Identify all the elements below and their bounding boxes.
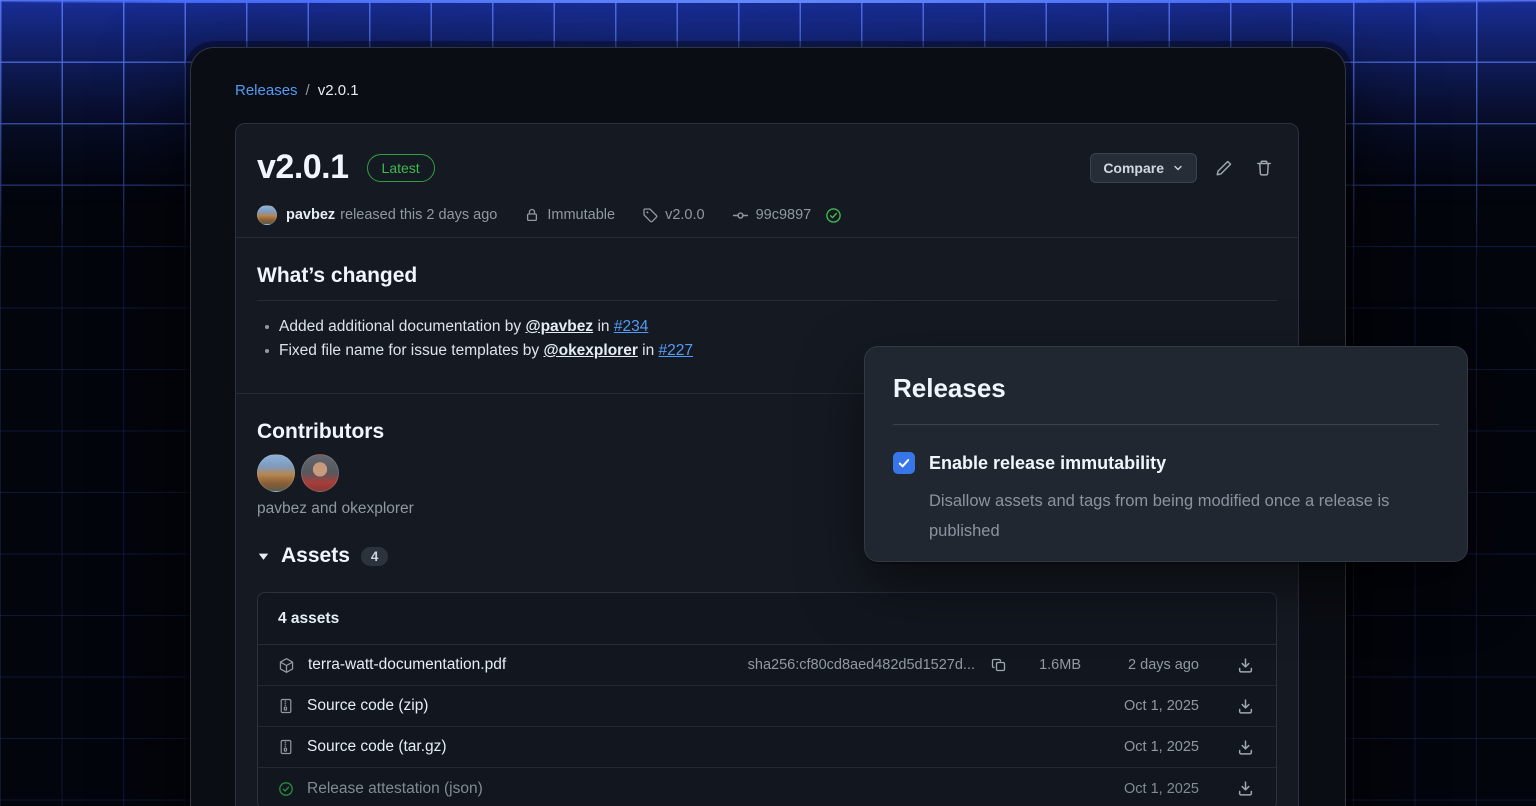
top-glow-line <box>0 0 1536 3</box>
avatar[interactable] <box>257 454 295 492</box>
tag-icon <box>642 207 658 223</box>
assets-table-header: 4 assets <box>258 593 1276 645</box>
user-link[interactable]: @pavbez <box>525 318 593 335</box>
asset-name-link[interactable]: Source code (zip) <box>307 697 428 715</box>
author-name[interactable]: pavbez <box>286 207 335 223</box>
asset-row: Release attestation (json) Oct 1, 2025 <box>258 768 1276 806</box>
changelog-text: in <box>638 342 659 359</box>
latest-badge: Latest <box>367 154 435 182</box>
file-zip-icon <box>278 698 294 714</box>
asset-name-link[interactable]: Source code (tar.gz) <box>307 738 447 756</box>
download-icon <box>1237 698 1254 715</box>
changelog-text: Fixed file name for issue templates by <box>279 342 543 359</box>
package-icon <box>278 657 295 674</box>
download-button[interactable] <box>1235 737 1256 758</box>
breadcrumb-releases-link[interactable]: Releases <box>235 82 298 99</box>
asset-date: Oct 1, 2025 <box>1081 698 1199 714</box>
breadcrumb: Releases / v2.0.1 <box>235 82 359 99</box>
changelog-text: Added additional documentation by <box>279 318 525 335</box>
changelog-item: Added additional documentation by @pavbe… <box>257 315 1277 339</box>
release-title: v2.0.1 <box>257 148 349 187</box>
pencil-icon <box>1215 159 1233 177</box>
panel-heading: Releases <box>893 373 1439 404</box>
download-icon <box>1237 780 1254 797</box>
edit-release-button[interactable] <box>1211 155 1237 181</box>
triangle-down-icon <box>257 550 270 563</box>
delete-release-button[interactable] <box>1251 155 1277 181</box>
download-icon <box>1237 657 1254 674</box>
assets-count-badge: 4 <box>361 547 389 566</box>
releases-settings-panel: Releases Enable release immutability Dis… <box>864 346 1468 562</box>
verified-icon <box>278 781 294 797</box>
tag-indicator[interactable]: v2.0.0 <box>642 207 705 223</box>
asset-row: Source code (tar.gz) Oct 1, 2025 <box>258 727 1276 768</box>
pr-link[interactable]: #227 <box>659 342 693 359</box>
copy-icon <box>991 657 1007 673</box>
release-header: v2.0.1 Latest Compare <box>257 148 1277 187</box>
pr-link[interactable]: #234 <box>614 318 648 335</box>
compare-button-label: Compare <box>1103 160 1164 176</box>
chevron-down-icon <box>1172 162 1184 174</box>
asset-name-link[interactable]: Release attestation (json) <box>307 780 483 798</box>
lock-icon <box>524 207 540 223</box>
whats-changed-heading: What’s changed <box>257 264 1277 301</box>
asset-sha: sha256:cf80cd8aed482d5d1527d... <box>748 657 975 673</box>
assets-heading: Assets <box>281 544 350 568</box>
header-divider <box>236 237 1298 238</box>
released-text: released this 2 days ago <box>340 207 497 223</box>
file-zip-icon <box>278 739 294 755</box>
immutability-checkbox-label[interactable]: Enable release immutability <box>929 453 1166 474</box>
download-button[interactable] <box>1235 778 1256 799</box>
immutability-checkbox[interactable] <box>893 452 915 474</box>
verified-icon[interactable] <box>825 207 842 224</box>
download-button[interactable] <box>1235 655 1256 676</box>
asset-date: 2 days ago <box>1081 657 1199 673</box>
asset-date: Oct 1, 2025 <box>1081 739 1199 755</box>
author-avatar[interactable] <box>257 205 277 225</box>
immutability-description: Disallow assets and tags from being modi… <box>929 486 1445 546</box>
immutable-indicator: Immutable <box>524 207 615 223</box>
avatar[interactable] <box>301 454 339 492</box>
changelog-text: in <box>593 318 614 335</box>
user-link[interactable]: @okexplorer <box>543 342 637 359</box>
commit-indicator[interactable]: 99c9897 <box>732 207 843 224</box>
assets-table: 4 assets terra-watt-documentation.pdf sh… <box>257 592 1277 806</box>
breadcrumb-current: v2.0.1 <box>318 82 359 99</box>
panel-divider <box>893 424 1439 425</box>
asset-date: Oct 1, 2025 <box>1081 781 1199 797</box>
asset-row: Source code (zip) Oct 1, 2025 <box>258 686 1276 727</box>
asset-name-link[interactable]: terra-watt-documentation.pdf <box>308 656 506 674</box>
immutable-label: Immutable <box>547 207 615 223</box>
tag-label: v2.0.0 <box>665 207 705 223</box>
download-button[interactable] <box>1235 696 1256 717</box>
download-icon <box>1237 739 1254 756</box>
copy-sha-button[interactable] <box>989 655 1009 675</box>
commit-icon <box>732 207 749 224</box>
compare-button[interactable]: Compare <box>1090 153 1197 183</box>
release-meta: pavbez released this 2 days ago Immutabl… <box>257 205 1277 225</box>
check-icon <box>897 456 911 470</box>
asset-row: terra-watt-documentation.pdf sha256:cf80… <box>258 645 1276 686</box>
trash-icon <box>1255 159 1273 177</box>
breadcrumb-separator: / <box>306 82 310 99</box>
asset-size: 1.6MB <box>1009 657 1081 673</box>
commit-sha: 99c9897 <box>756 207 812 223</box>
